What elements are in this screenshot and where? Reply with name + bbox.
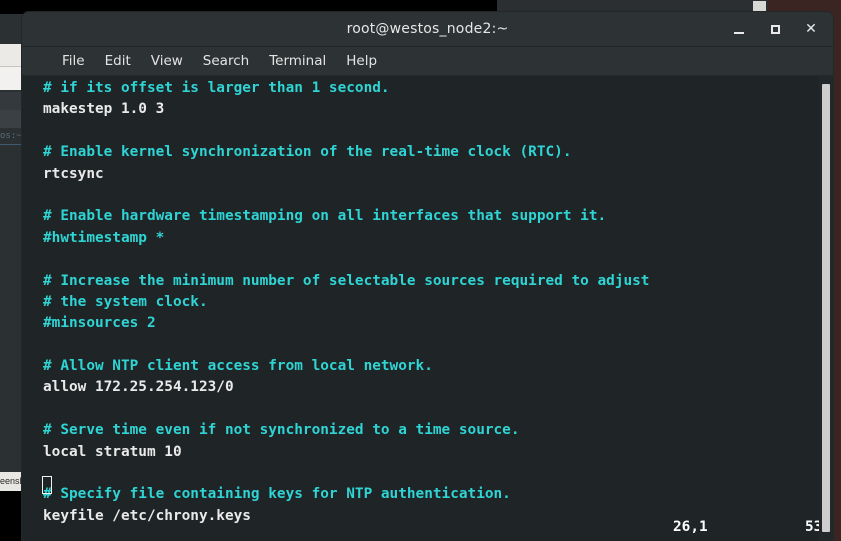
menu-bar: File Edit View Search Terminal Help	[22, 47, 833, 76]
window-titlebar[interactable]: root@westos_node2:~ ✕	[22, 12, 833, 47]
menu-item-search[interactable]: Search	[193, 51, 259, 71]
background-left-panel-light-1	[0, 44, 24, 67]
terminal-line: rtcsync	[43, 165, 104, 182]
terminal-line: #minsources 2	[43, 315, 156, 332]
terminal-line: # if its offset is larger than 1 second.	[43, 80, 390, 96]
background-left-panel-light-2	[0, 67, 24, 90]
terminal-content-area[interactable]: # if its offset is larger than 1 second.…	[22, 76, 833, 541]
vim-cursor-position: 26,1	[673, 519, 708, 535]
vim-buffer-text: # if its offset is larger than 1 second.…	[43, 78, 811, 541]
terminal-line: local stratum 10	[43, 443, 182, 460]
terminal-line: makestep 1.0 3	[43, 101, 165, 118]
maximize-icon	[770, 24, 780, 34]
menu-item-edit[interactable]: Edit	[95, 51, 141, 71]
terminal-scrollbar-thumb[interactable]	[822, 84, 830, 532]
terminal-line: # Serve time even if not synchronized to…	[43, 422, 520, 439]
menu-item-view[interactable]: View	[141, 51, 193, 71]
menu-item-terminal[interactable]: Terminal	[259, 51, 336, 71]
background-left-dark-area	[0, 491, 24, 541]
background-taskbar-item: eensh	[0, 472, 22, 491]
close-icon: ✕	[805, 21, 817, 37]
window-title: root@westos_node2:~	[346, 21, 509, 37]
minimize-icon	[734, 31, 744, 34]
terminal-line: allow 172.25.254.123/0	[43, 379, 234, 396]
menu-item-file[interactable]: File	[52, 51, 95, 71]
terminal-line: # Increase the minimum number of selecta…	[43, 272, 650, 289]
menu-item-help[interactable]: Help	[336, 51, 387, 71]
terminal-line: #hwtimestamp *	[43, 229, 165, 246]
terminal-line: # Allow NTP client access from local net…	[43, 358, 433, 375]
maximize-button[interactable]	[767, 21, 783, 37]
terminal-line: # Specify file containing keys for NTP a…	[43, 486, 511, 503]
terminal-line: # Enable hardware timestamping on all in…	[43, 208, 607, 225]
vim-status-line: -- INSERT -- 26,1 53%	[43, 517, 831, 541]
terminal-line: # Enable kernel synchronization of the r…	[43, 144, 572, 161]
close-button[interactable]: ✕	[803, 21, 819, 37]
minimize-button[interactable]	[731, 21, 747, 37]
terminal-scrollbar[interactable]	[819, 76, 833, 541]
window-controls: ✕	[731, 12, 825, 46]
terminal-window: root@westos_node2:~ ✕ File Edit View Sea…	[22, 12, 833, 541]
terminal-line: # the system clock.	[43, 293, 208, 310]
